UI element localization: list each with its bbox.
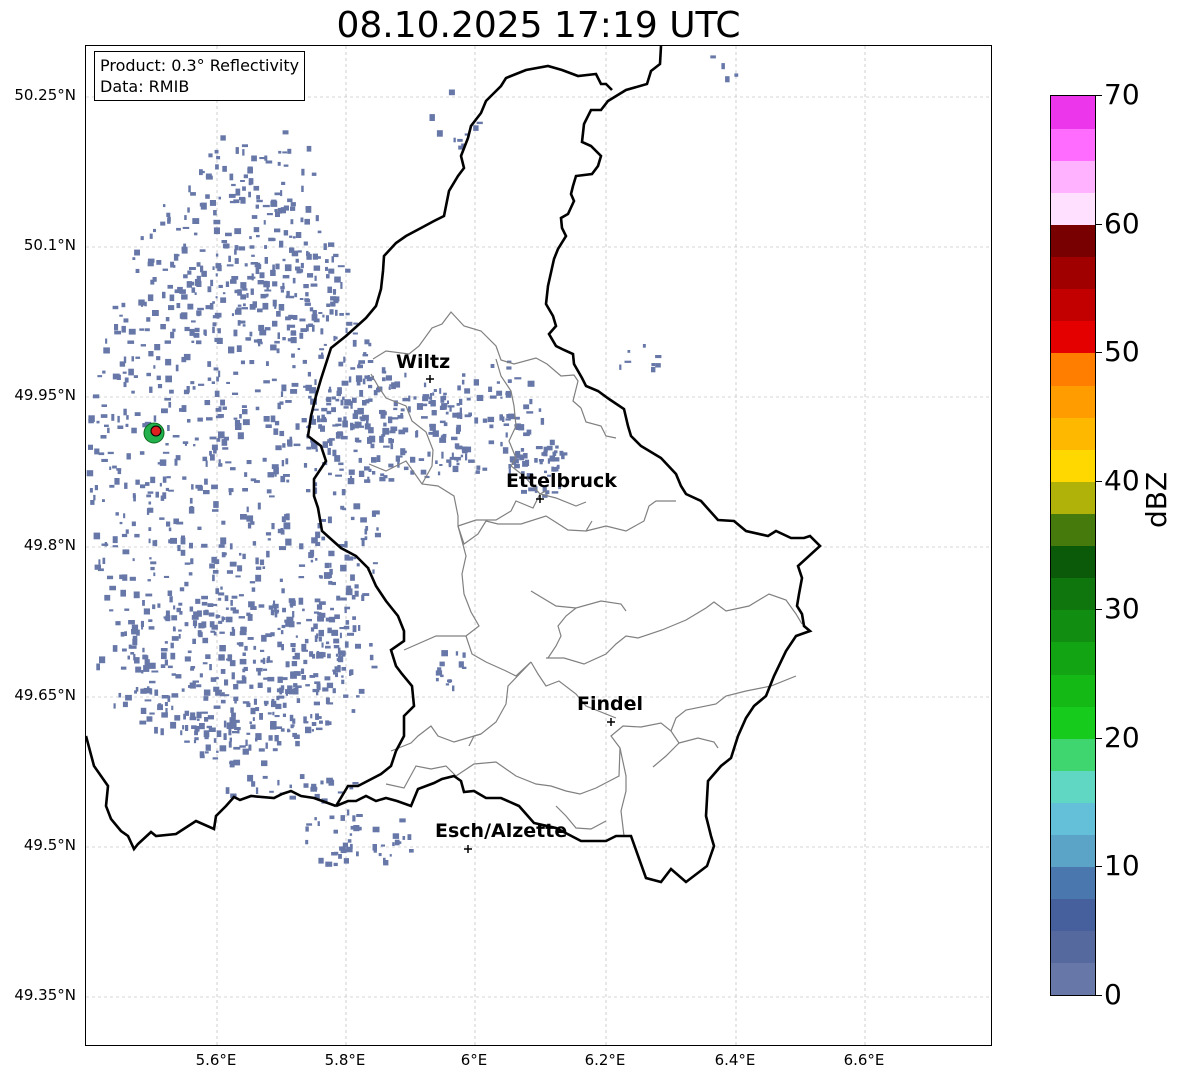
colorbar-segment	[1051, 706, 1095, 739]
lon-tick: 6.6°E	[843, 1051, 885, 1069]
colorbar	[1050, 95, 1096, 996]
radar-map[interactable]	[85, 45, 992, 1046]
city-label-esch-alzette: Esch/Alzette	[435, 820, 568, 842]
colorbar-tick-label: 50	[1104, 335, 1140, 369]
colorbar-segment	[1051, 609, 1095, 643]
colorbar-segment	[1051, 96, 1095, 129]
radar-echoes	[86, 55, 739, 867]
colorbar-tick-label: 30	[1104, 592, 1140, 626]
colorbar-segment	[1051, 834, 1095, 868]
colorbar-segment	[1051, 449, 1095, 482]
colorbar-tick-mark	[1096, 995, 1102, 996]
colorbar-tick-mark	[1096, 737, 1102, 739]
colorbar-segment	[1051, 770, 1095, 803]
colorbar-tick-mark	[1096, 480, 1102, 482]
colorbar-segment	[1051, 930, 1095, 964]
lat-tick: 49.8°N	[23, 536, 76, 554]
colorbar-tick-mark	[1096, 95, 1102, 96]
colorbar-tick-mark	[1096, 609, 1102, 611]
colorbar-segment	[1051, 160, 1095, 193]
colorbar-segment	[1051, 320, 1095, 354]
product-text: Product: 0.3° Reflectivity	[100, 56, 300, 75]
map-canvas	[86, 46, 991, 1045]
lat-tick: 49.5°N	[23, 836, 76, 854]
data-source-text: Data: RMIB	[100, 77, 190, 96]
info-box: Product: 0.3° Reflectivity Data: RMIB	[94, 51, 306, 101]
lon-tick: 6.4°E	[714, 1051, 756, 1069]
radar-site-marker	[143, 422, 165, 444]
colorbar-segment	[1051, 417, 1095, 450]
city-label-findel: Findel	[577, 693, 644, 715]
lon-tick: 6.2°E	[584, 1051, 626, 1069]
colorbar-tick-label: 20	[1104, 720, 1140, 754]
colorbar-tick-mark	[1096, 223, 1102, 225]
colorbar-segment	[1051, 802, 1095, 836]
colorbar-segment	[1051, 962, 1095, 995]
colorbar-segment	[1051, 641, 1095, 675]
lon-tick: 5.8°E	[324, 1051, 366, 1069]
colorbar-segment	[1051, 898, 1095, 932]
colorbar-tick-mark	[1096, 866, 1102, 868]
colorbar-segment	[1051, 224, 1095, 258]
colorbar-segment	[1051, 384, 1095, 418]
lat-tick: 49.95°N	[14, 386, 76, 404]
colorbar-segment	[1051, 256, 1095, 290]
colorbar-tick-mark	[1096, 352, 1102, 354]
country-borders	[86, 46, 822, 884]
city-markers	[426, 375, 615, 853]
colorbar-segment	[1051, 192, 1095, 226]
colorbar-tick-label: 10	[1104, 849, 1140, 883]
colorbar-segment	[1051, 288, 1095, 322]
colorbar-label: dBZ	[1140, 471, 1173, 528]
colorbar-tick-label: 70	[1104, 78, 1140, 111]
colorbar-segment	[1051, 545, 1095, 579]
lat-tick: 49.35°N	[14, 986, 76, 1004]
colorbar-segment	[1051, 866, 1095, 900]
colorbar-segment	[1051, 513, 1095, 547]
colorbar-tick-label: 60	[1104, 206, 1140, 240]
colorbar-segment	[1051, 738, 1095, 771]
city-label-wiltz: Wiltz	[396, 351, 451, 373]
colorbar-segment	[1051, 352, 1095, 386]
colorbar-segment	[1051, 673, 1095, 707]
lat-tick: 49.65°N	[14, 686, 76, 704]
city-label-ettelbruck: Ettelbruck	[506, 470, 617, 492]
lon-tick: 5.6°E	[195, 1051, 237, 1069]
map-title: 08.10.2025 17:19 UTC	[336, 5, 741, 46]
colorbar-tick-label: 0	[1104, 978, 1122, 1011]
lon-tick: 6°E	[460, 1051, 488, 1069]
colorbar-tick-label: 40	[1104, 463, 1140, 497]
colorbar-segment	[1051, 128, 1095, 161]
lat-tick: 50.1°N	[23, 236, 76, 254]
lat-tick: 50.25°N	[14, 86, 76, 104]
colorbar-segment	[1051, 577, 1095, 611]
colorbar-segment	[1051, 481, 1095, 514]
